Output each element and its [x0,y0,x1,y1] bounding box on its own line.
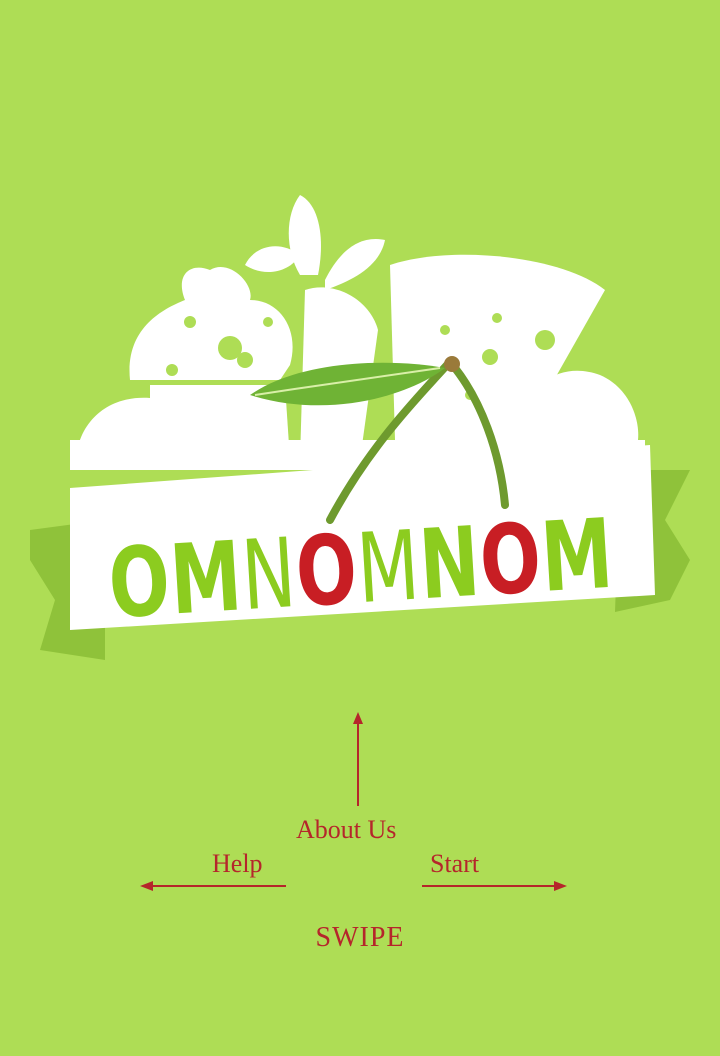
start-label[interactable]: Start [430,849,479,879]
logo-part-o1: O [293,513,361,629]
logo-part-m1: M [354,509,423,625]
logo-part-n2: N [416,506,483,621]
arrow-right-icon[interactable] [422,878,567,894]
app-logo: OMNOMNOM [30,195,690,660]
arrow-left-icon[interactable] [140,878,286,894]
logo-part-om1: OM [106,520,246,640]
logo-part-o2: O [477,502,545,618]
logo-part-n1: N [239,517,300,632]
food-illustration [70,195,645,470]
help-label[interactable]: Help [212,849,263,879]
logo-part-m2: M [538,498,617,614]
about-us-label[interactable]: About Us [296,815,396,845]
swipe-hint: SWIPE [315,922,405,953]
arrow-up-icon[interactable] [350,712,366,808]
